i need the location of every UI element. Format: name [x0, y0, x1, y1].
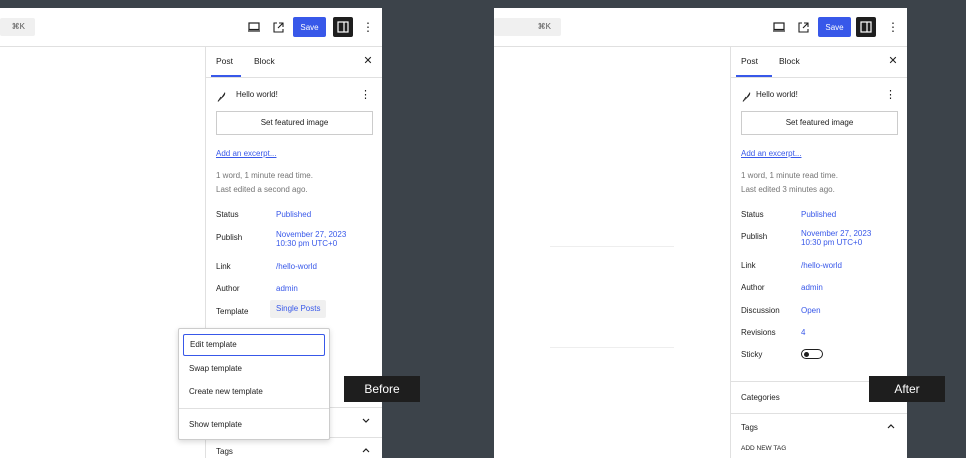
template-selector[interactable]: Single Posts [270, 300, 327, 318]
editor-canvas[interactable] [0, 47, 205, 458]
revisions-label: Revisions [741, 328, 776, 337]
command-palette-trigger[interactable]: ⌘K [494, 18, 561, 36]
status-label: Status [741, 210, 764, 219]
editor-top-toolbar: ⌘K Save ⋮ [0, 8, 382, 47]
menu-item-create-new-template[interactable]: Create new template [183, 381, 325, 403]
tab-post[interactable]: Post [211, 47, 241, 77]
after-label-badge: After [869, 376, 945, 402]
post-feather-icon [742, 89, 754, 102]
chevron-down-icon[interactable] [361, 417, 371, 427]
canvas-placeholder-line [550, 347, 674, 348]
publish-time: 10:30 pm UTC+0 [276, 239, 338, 248]
post-actions-more-icon[interactable]: ⋮ [360, 88, 371, 101]
publish-date-button[interactable]: November 27, 2023 10:30 pm UTC+0 [276, 230, 346, 248]
publish-date-button[interactable]: November 27, 2023 10:30 pm UTC+0 [801, 229, 871, 247]
categories-panel-title[interactable]: Categories [741, 393, 780, 402]
status-value[interactable]: Published [276, 210, 311, 219]
tab-block[interactable]: Block [254, 47, 275, 77]
canvas-placeholder-line [550, 246, 674, 247]
publish-label: Publish [216, 233, 243, 242]
settings-sidebar-toggle[interactable] [333, 17, 353, 37]
permalink-value[interactable]: /hello-world [801, 261, 842, 270]
device-preview-icon[interactable] [771, 19, 787, 35]
close-sidebar-icon[interactable]: ✕ [362, 55, 374, 67]
tab-block[interactable]: Block [779, 47, 800, 77]
template-dropdown-menu: Edit template Swap template Create new t… [178, 328, 330, 440]
sidebar-tabs: Post Block ✕ [206, 47, 382, 78]
sticky-toggle[interactable] [801, 349, 823, 359]
template-label: Template [216, 307, 249, 316]
menu-item-swap-template[interactable]: Swap template [183, 358, 325, 380]
options-more-vertical-icon[interactable]: ⋮ [362, 19, 374, 35]
add-new-tag-label: ADD NEW TAG [741, 445, 787, 452]
read-time-text: 1 word, 1 minute read time. [741, 171, 838, 180]
editor-after-panel: ⌘K Save ⋮ Post Block ✕ Hello world! ⋮ Se… [494, 8, 907, 458]
command-palette-trigger[interactable]: ⌘K [0, 18, 35, 36]
post-title: Hello world! [236, 90, 278, 99]
save-button[interactable]: Save [293, 17, 326, 37]
read-time-text: 1 word, 1 minute read time. [216, 171, 313, 180]
post-title: Hello world! [756, 90, 798, 99]
sidebar-tabs: Post Block ✕ [731, 47, 907, 78]
before-label-badge: Before [344, 376, 420, 402]
set-featured-image-button[interactable]: Set featured image [216, 111, 373, 135]
sidebar-panel-icon [860, 21, 872, 33]
view-post-external-icon[interactable] [795, 19, 811, 35]
options-more-vertical-icon[interactable]: ⋮ [887, 19, 899, 35]
editor-top-toolbar: ⌘K Save ⋮ [494, 8, 907, 47]
revisions-count[interactable]: 4 [801, 328, 805, 337]
section-divider [731, 413, 907, 414]
device-preview-icon[interactable] [246, 19, 262, 35]
chevron-up-icon[interactable] [886, 422, 896, 432]
sidebar-panel-icon [337, 21, 349, 33]
tags-panel-title[interactable]: Tags [741, 423, 758, 432]
chevron-up-icon[interactable] [361, 446, 371, 456]
author-label: Author [216, 284, 240, 293]
save-button[interactable]: Save [818, 17, 851, 37]
author-value[interactable]: admin [276, 284, 298, 293]
author-label: Author [741, 283, 765, 292]
status-value[interactable]: Published [801, 210, 836, 219]
sticky-label: Sticky [741, 350, 763, 359]
discussion-label: Discussion [741, 306, 780, 315]
view-post-external-icon[interactable] [270, 19, 286, 35]
discussion-value[interactable]: Open [801, 306, 821, 315]
link-label: Link [216, 262, 231, 271]
permalink-value[interactable]: /hello-world [276, 262, 317, 271]
last-edited-text: Last edited a second ago. [216, 185, 308, 194]
editor-canvas[interactable] [494, 47, 730, 458]
publish-date: November 27, 2023 [276, 230, 347, 239]
set-featured-image-button[interactable]: Set featured image [741, 111, 898, 135]
tab-post[interactable]: Post [736, 47, 772, 77]
publish-time: 10:30 pm UTC+0 [801, 238, 863, 247]
link-label: Link [741, 261, 756, 270]
add-excerpt-link[interactable]: Add an excerpt... [216, 149, 276, 158]
publish-date: November 27, 2023 [801, 229, 872, 238]
add-excerpt-link[interactable]: Add an excerpt... [741, 149, 801, 158]
toggle-knob [804, 351, 809, 357]
last-edited-text: Last edited 3 minutes ago. [741, 185, 835, 194]
settings-sidebar-toggle[interactable] [856, 17, 876, 37]
status-label: Status [216, 210, 239, 219]
menu-item-show-template[interactable]: Show template [183, 414, 325, 436]
author-value[interactable]: admin [801, 283, 823, 292]
menu-divider [179, 408, 329, 409]
post-feather-icon [217, 89, 229, 102]
close-sidebar-icon[interactable]: ✕ [887, 55, 899, 67]
publish-label: Publish [741, 232, 768, 241]
post-actions-more-icon[interactable]: ⋮ [885, 88, 896, 101]
menu-item-edit-template[interactable]: Edit template [183, 334, 325, 356]
tags-panel-title[interactable]: Tags [216, 447, 233, 456]
